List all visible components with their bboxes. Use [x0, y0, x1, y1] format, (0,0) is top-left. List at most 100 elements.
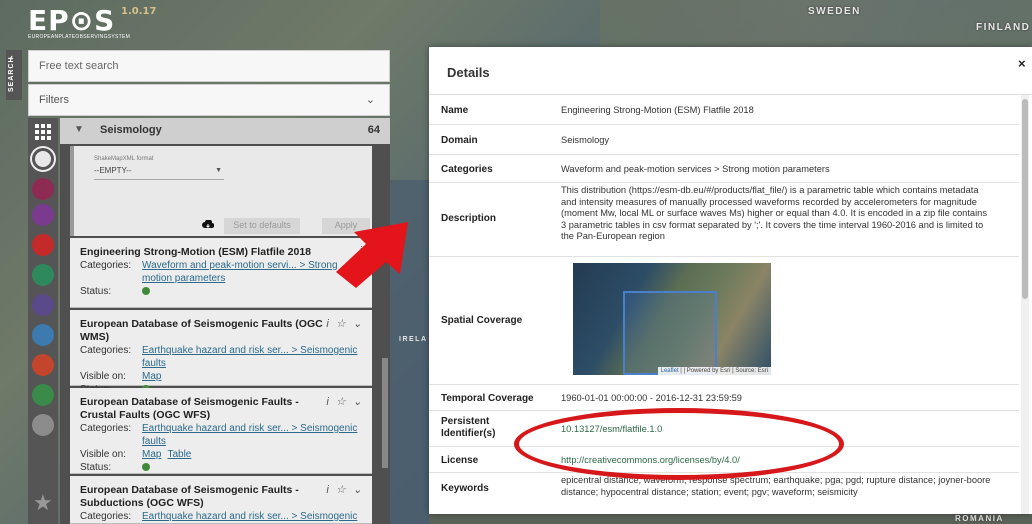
map-label-ireland: IRELA: [399, 336, 428, 343]
chevron-down-icon: ⌄: [365, 94, 375, 106]
detail-row-keywords: Keywords epicentral distance; waveform; …: [429, 473, 1019, 514]
result-count: 64: [367, 124, 380, 136]
red-arrow-annotation: [336, 222, 408, 288]
dataset-categories-row: Categories: Earthquake hazard and risk s…: [80, 422, 362, 448]
visible-on-table-link[interactable]: Table: [167, 448, 191, 461]
caret-down-icon: ▼: [215, 167, 222, 174]
detail-key-temporal: Temporal Coverage: [441, 393, 534, 404]
results-scrollbar[interactable]: [382, 358, 388, 468]
dataset-categories-row: Categories: Waveform and peak-motion ser…: [80, 259, 362, 285]
format-select-value: --EMPTY--: [94, 166, 132, 175]
domain-multi-scale-icon[interactable]: [32, 384, 54, 406]
dataset-title[interactable]: European Database of Seismogenic Faults …: [80, 484, 362, 510]
detail-value-domain: Seismology: [561, 135, 610, 145]
set-to-defaults-button[interactable]: Set to defaults: [224, 218, 300, 234]
detail-key-spatial: Spatial Coverage: [441, 315, 523, 326]
format-select[interactable]: --EMPTY-- ▼: [94, 164, 224, 180]
logo-text: EP⊙S: [28, 4, 116, 37]
detail-key-domain: Domain: [441, 135, 478, 146]
categories-link[interactable]: Waveform and peak-motion servi... > Stro…: [142, 259, 362, 285]
dataset-item-esm-flatfile[interactable]: Engineering Strong-Motion (ESM) Flatfile…: [70, 238, 372, 308]
map-label-finland: FINLAND: [976, 22, 1031, 33]
domain-satellite-icon[interactable]: [32, 264, 54, 286]
grid-icon[interactable]: [35, 124, 51, 140]
red-ellipse-annotation: [514, 408, 844, 480]
dataset-item-edsf-crustal[interactable]: European Database of Seismogenic Faults …: [70, 388, 372, 474]
domain-tsunami-icon[interactable]: [32, 414, 54, 436]
detail-value-temporal: 1960-01-01 00:00:00 - 2016-12-31 23:59:5…: [561, 393, 742, 403]
cloud-download-icon[interactable]: [202, 220, 214, 230]
detail-row-categories: Categories Waveform and peak-motion serv…: [429, 155, 1019, 183]
categories-key: Categories:: [80, 511, 132, 522]
filters-dropdown[interactable]: Filters ⌄: [28, 84, 390, 116]
visible-on-map-link[interactable]: Map: [142, 370, 161, 383]
detail-row-temporal: Temporal Coverage 1960-01-01 00:00:00 - …: [429, 385, 1019, 411]
free-text-search-input[interactable]: Free text search: [28, 50, 390, 82]
map-attribution: Leaflet | | Powered by Esri | Source: Es…: [657, 367, 771, 375]
dataset-visible-row: Visible on: Map Table: [80, 448, 362, 461]
domain-sidebar: ★: [28, 118, 58, 524]
leaflet-link[interactable]: Leaflet: [661, 368, 679, 374]
dataset-item-edsf-subductions[interactable]: European Database of Seismogenic Faults …: [70, 476, 372, 524]
dataset-actions-icons[interactable]: i ☆ ⌄: [326, 317, 364, 330]
dataset-visible-row: Visible on: Map: [80, 370, 362, 383]
dataset-title[interactable]: European Database of Seismogenic Faults …: [80, 396, 362, 422]
format-label: ShakeMapXML format: [94, 156, 154, 162]
detail-row-description: Description This distribution (https://e…: [429, 183, 1019, 257]
results-list: ▼ Seismology 64 ShakeMapXML format --EMP…: [60, 118, 390, 524]
categories-link[interactable]: Earthquake hazard and risk ser... > Seis…: [142, 422, 362, 448]
detail-value-keywords: epicentral distance; waveform; response …: [561, 475, 991, 497]
search-panel-toggle[interactable]: ‹ SEARCH: [6, 50, 22, 100]
domain-near-fault-icon[interactable]: [32, 178, 54, 200]
categories-link[interactable]: Earthquake hazard and risk ser... > Seis…: [142, 344, 362, 370]
status-key: Status:: [80, 286, 112, 297]
attribution-text: | | Powered by Esri | Source: Esri: [678, 368, 768, 374]
detail-row-domain: Domain Seismology: [429, 125, 1019, 155]
detail-key-categories: Categories: [441, 164, 493, 175]
dataset-status-row: Status:: [80, 461, 362, 474]
filters-label: Filters: [39, 94, 69, 106]
map-label-romania: ROMANIA: [955, 514, 1004, 523]
domain-anthropogenic-icon[interactable]: [32, 324, 54, 346]
funnel-icon[interactable]: ▼: [74, 124, 84, 135]
detail-value-description: This distribution (https://esm-db.eu/#/p…: [561, 185, 987, 242]
detail-key-license: License: [441, 455, 479, 466]
version-label: 1.0.17: [121, 6, 157, 17]
dataset-actions-icons[interactable]: i ☆ ⌄: [326, 483, 364, 496]
search-tab-label: SEARCH: [8, 56, 15, 92]
categories-key: Categories:: [80, 345, 132, 356]
details-scrollbar[interactable]: [1022, 99, 1028, 299]
status-key: Status:: [80, 462, 112, 473]
dataset-item-edsf-wms[interactable]: European Database of Seismogenic Faults …: [70, 310, 372, 395]
epos-logo: EP⊙S 1.0.17: [28, 4, 156, 37]
status-ok-icon: [142, 463, 150, 471]
domain-geomagnetic-icon[interactable]: [32, 294, 54, 316]
coverage-bounding-box: [623, 291, 717, 375]
dataset-title[interactable]: Engineering Strong-Motion (ESM) Flatfile…: [80, 246, 362, 259]
spatial-coverage-map[interactable]: Leaflet | | Powered by Esri | Source: Es…: [573, 263, 771, 375]
domain-volcano-icon[interactable]: [32, 234, 54, 256]
detail-key-name: Name: [441, 105, 469, 116]
visible-on-key: Visible on:: [80, 371, 126, 382]
domain-header[interactable]: ▼ Seismology 64: [60, 118, 390, 144]
domain-header-title: Seismology: [100, 124, 162, 136]
status-ok-icon: [142, 287, 150, 295]
detail-value-categories: Waveform and peak-motion services > Stro…: [561, 164, 830, 174]
visible-on-map-link[interactable]: Map: [142, 448, 161, 461]
logo-subtitle: EUROPEANPLATEOBSERVINGSYSTEM: [28, 34, 131, 40]
detail-key-description: Description: [441, 213, 497, 224]
domain-geological-icon[interactable]: [32, 354, 54, 376]
visible-on-key: Visible on:: [80, 449, 126, 460]
detail-key-keywords: Keywords: [441, 483, 489, 494]
modal-title: Details: [447, 65, 490, 80]
dataset-actions-icons[interactable]: i ☆ ⌄: [326, 395, 364, 408]
dataset-categories-row: Categories: Earthquake hazard and risk s…: [80, 510, 362, 524]
dataset-categories-row: Categories: Earthquake hazard and risk s…: [80, 344, 362, 370]
close-icon[interactable]: ×: [1018, 56, 1026, 71]
domain-seismology-icon[interactable]: [32, 148, 54, 170]
categories-link[interactable]: Earthquake hazard and risk ser... > Seis…: [142, 510, 362, 524]
map-strip-bottom: [429, 514, 1032, 524]
favorites-star-icon[interactable]: ★: [33, 490, 53, 516]
domain-gnss-icon[interactable]: [32, 204, 54, 226]
dataset-title[interactable]: European Database of Seismogenic Faults …: [80, 318, 362, 344]
